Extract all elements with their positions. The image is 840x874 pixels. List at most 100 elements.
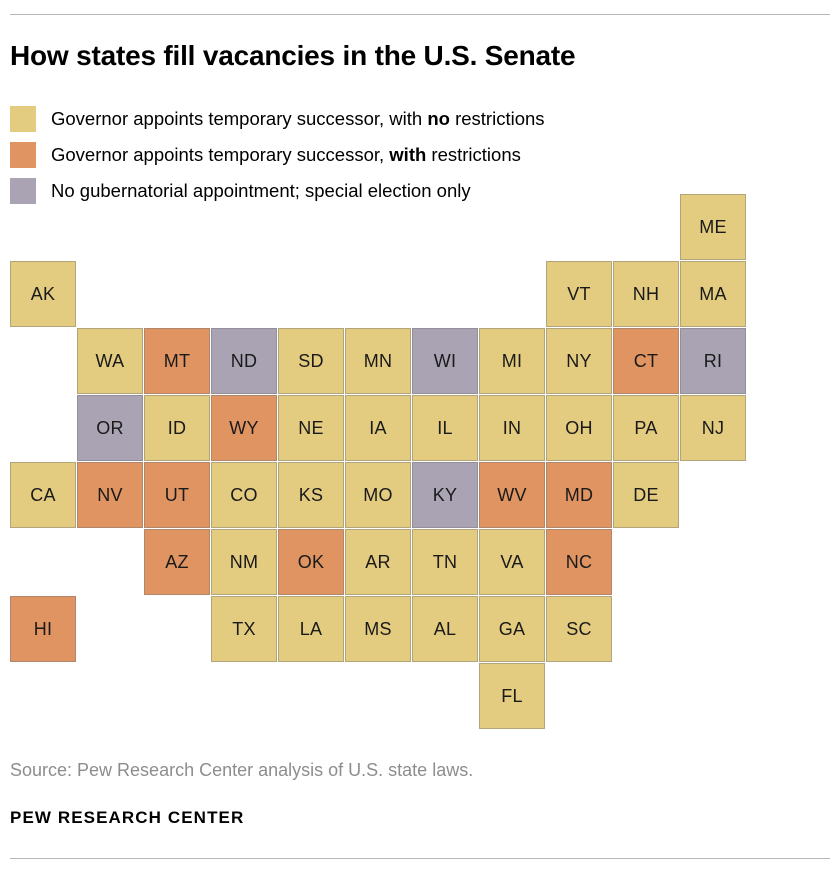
- state-tile-label: MN: [363, 350, 393, 371]
- brand-label: PEW RESEARCH CENTER: [10, 808, 245, 827]
- state-tile-label: LA: [299, 618, 323, 639]
- legend-swatch-no_restrictions: [10, 106, 36, 132]
- state-tile-ma: MA: [680, 261, 746, 327]
- state-tile-nh: NH: [613, 261, 679, 327]
- state-tile-label: NM: [229, 551, 259, 572]
- state-tile-label: ID: [167, 417, 187, 438]
- state-tile-label: HI: [33, 618, 53, 639]
- state-tile-ar: AR: [345, 529, 411, 595]
- state-tile-label: ME: [699, 216, 727, 237]
- state-tile-label: RI: [703, 350, 723, 371]
- state-tile-label: MS: [364, 618, 392, 639]
- state-tile-sc: SC: [546, 596, 612, 662]
- state-tile-ri: RI: [680, 328, 746, 394]
- state-tile-label: SD: [298, 350, 324, 371]
- page-title: How states fill vacancies in the U.S. Se…: [10, 40, 576, 71]
- state-tile-label: MI: [501, 350, 523, 371]
- state-tile-label: VA: [500, 551, 524, 572]
- state-tile-il: IL: [412, 395, 478, 461]
- state-tile-label: KS: [298, 484, 324, 505]
- state-tile-tx: TX: [211, 596, 277, 662]
- state-tile-label: NV: [97, 484, 123, 505]
- state-tile-mo: MO: [345, 462, 411, 528]
- state-tile-mt: MT: [144, 328, 210, 394]
- top-divider: [10, 14, 830, 15]
- state-tile-nv: NV: [77, 462, 143, 528]
- state-tile-ak: AK: [10, 261, 76, 327]
- state-tile-nj: NJ: [680, 395, 746, 461]
- state-tile-ok: OK: [278, 529, 344, 595]
- state-tile-ut: UT: [144, 462, 210, 528]
- state-tile-va: VA: [479, 529, 545, 595]
- legend-label-no_restrictions: Governor appoints temporary successor, w…: [51, 108, 545, 129]
- state-tile-label: KY: [432, 484, 458, 505]
- state-tile-label: TX: [232, 618, 256, 639]
- state-tile-mi: MI: [479, 328, 545, 394]
- state-tile-label: CO: [230, 484, 258, 505]
- state-tile-nm: NM: [211, 529, 277, 595]
- state-tile-label: VT: [567, 283, 591, 304]
- state-tile-label: WA: [95, 350, 125, 371]
- state-tile-label: IL: [437, 417, 453, 438]
- legend-item-with_restrictions: Governor appoints temporary successor, w…: [10, 140, 710, 170]
- state-tile-label: FL: [501, 685, 523, 706]
- state-tile-label: AL: [433, 618, 457, 639]
- state-tile-mn: MN: [345, 328, 411, 394]
- state-tile-label: MD: [564, 484, 594, 505]
- source-note: Source: Pew Research Center analysis of …: [10, 760, 474, 780]
- state-tile-wy: WY: [211, 395, 277, 461]
- state-tile-label: CA: [30, 484, 56, 505]
- state-tile-label: WV: [497, 484, 527, 505]
- state-tile-label: IN: [502, 417, 522, 438]
- state-tile-label: NE: [298, 417, 324, 438]
- state-tile-ct: CT: [613, 328, 679, 394]
- state-tile-wa: WA: [77, 328, 143, 394]
- state-tile-label: OK: [297, 551, 325, 572]
- state-tile-de: DE: [613, 462, 679, 528]
- state-tile-wi: WI: [412, 328, 478, 394]
- state-tile-wv: WV: [479, 462, 545, 528]
- state-tile-ca: CA: [10, 462, 76, 528]
- state-tile-label: AR: [365, 551, 391, 572]
- state-tile-in: IN: [479, 395, 545, 461]
- state-tile-label: UT: [164, 484, 190, 505]
- state-tile-tn: TN: [412, 529, 478, 595]
- state-tile-ks: KS: [278, 462, 344, 528]
- state-tile-al: AL: [412, 596, 478, 662]
- state-tile-label: TN: [432, 551, 458, 572]
- legend-label-with_restrictions: Governor appoints temporary successor, w…: [51, 144, 521, 165]
- state-tile-label: NH: [632, 283, 660, 304]
- state-tile-label: NY: [566, 350, 592, 371]
- state-tile-label: NC: [565, 551, 593, 572]
- state-tile-label: WI: [433, 350, 457, 371]
- state-tile-label: PA: [634, 417, 658, 438]
- state-tile-label: WY: [229, 417, 259, 438]
- state-tile-sd: SD: [278, 328, 344, 394]
- state-tile-hi: HI: [10, 596, 76, 662]
- state-tile-ne: NE: [278, 395, 344, 461]
- state-tile-vt: VT: [546, 261, 612, 327]
- state-tile-label: ND: [230, 350, 258, 371]
- state-tile-md: MD: [546, 462, 612, 528]
- bottom-divider: [10, 858, 830, 859]
- state-tile-co: CO: [211, 462, 277, 528]
- infographic-page: How states fill vacancies in the U.S. Se…: [0, 0, 840, 874]
- state-tile-id: ID: [144, 395, 210, 461]
- state-tile-ga: GA: [479, 596, 545, 662]
- state-tile-label: CT: [633, 350, 659, 371]
- state-tile-fl: FL: [479, 663, 545, 729]
- state-tile-label: AZ: [165, 551, 189, 572]
- state-tile-label: MA: [699, 283, 727, 304]
- state-tile-la: LA: [278, 596, 344, 662]
- state-tile-label: DE: [633, 484, 659, 505]
- state-tile-label: GA: [498, 618, 526, 639]
- state-tile-nd: ND: [211, 328, 277, 394]
- state-tile-label: AK: [30, 283, 56, 304]
- state-tile-oh: OH: [546, 395, 612, 461]
- state-tile-az: AZ: [144, 529, 210, 595]
- state-tile-label: OH: [565, 417, 593, 438]
- legend-swatch-with_restrictions: [10, 142, 36, 168]
- state-tile-ia: IA: [345, 395, 411, 461]
- state-tile-label: MO: [363, 484, 393, 505]
- state-tile-label: SC: [566, 618, 592, 639]
